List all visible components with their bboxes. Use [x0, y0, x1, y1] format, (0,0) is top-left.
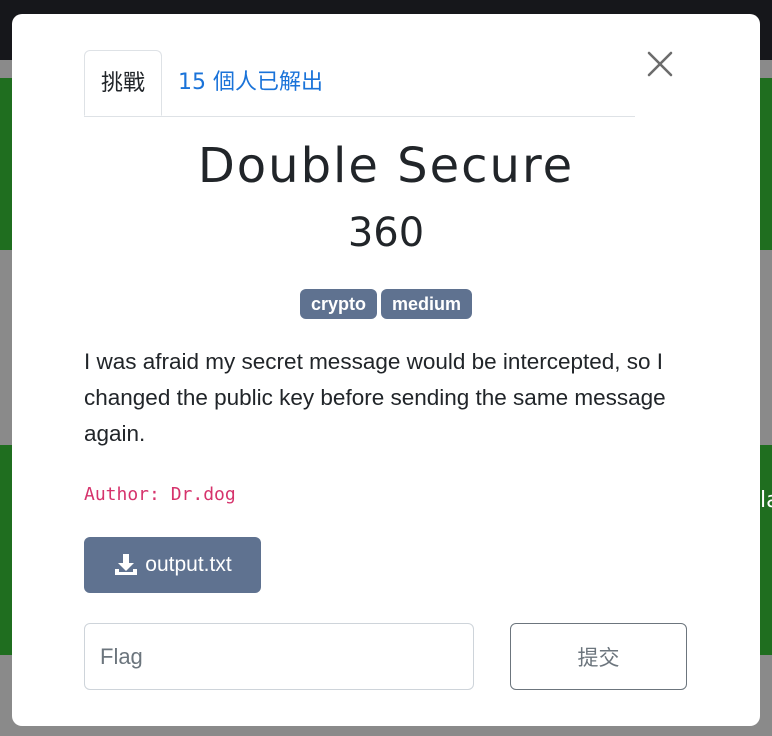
download-icon: [113, 553, 139, 577]
tag-badge: crypto: [299, 289, 377, 319]
close-icon[interactable]: [646, 50, 674, 78]
tag-badge: medium: [381, 289, 473, 319]
tab-challenge[interactable]: 挑戰: [84, 50, 162, 116]
challenge-title: Double Secure: [197, 138, 575, 194]
challenge-tags: crypto medium: [12, 289, 760, 319]
challenge-author: Author: Dr.dog: [84, 484, 236, 505]
challenge-modal: 挑戰 15 個人已解出 Double Secure 360 crypto med…: [12, 14, 760, 726]
background-card-text: la: [760, 488, 772, 513]
challenge-points: 360: [347, 210, 425, 256]
download-file-label: output.txt: [145, 553, 232, 576]
flag-input[interactable]: [84, 623, 474, 690]
modal-tabs: 挑戰 15 個人已解出: [84, 50, 635, 117]
download-file-button[interactable]: output.txt: [84, 537, 261, 593]
tab-solves[interactable]: 15 個人已解出: [162, 50, 339, 116]
submit-button[interactable]: 提交: [510, 623, 687, 690]
challenge-description: I was afraid my secret message would be …: [84, 349, 666, 446]
